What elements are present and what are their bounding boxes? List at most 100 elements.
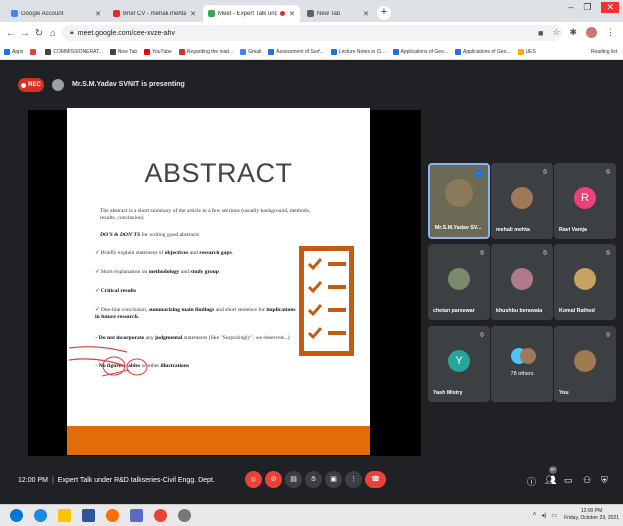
up-arrow-icon[interactable]: ˄ (533, 512, 537, 519)
reading-list-button[interactable]: Reading list (586, 49, 617, 55)
recording-dot-icon (280, 11, 286, 16)
close-window-button[interactable]: ✕ (601, 2, 619, 13)
mic-off-icon: ⦸ (606, 250, 610, 256)
participant-tile-presenter[interactable]: ⋯ Mr.S.M.Yadav SV... (428, 163, 490, 239)
participant-tile[interactable]: ⦸ mehali mehta (491, 163, 553, 239)
gmail-icon (178, 48, 185, 55)
document-icon (455, 48, 462, 55)
globe-icon (109, 48, 116, 55)
tab-google-account[interactable]: Google Account ✕ (6, 5, 106, 22)
extensions-icon[interactable]: ✱ (569, 27, 577, 38)
bookmark-youtube[interactable]: YouTube (144, 48, 172, 55)
present-screen-button[interactable]: ▣ (325, 471, 342, 488)
volume-icon[interactable]: ◂) (541, 512, 546, 519)
bookmark-google[interactable] (30, 48, 38, 55)
participant-tile-self[interactable]: ⦸ You (554, 326, 616, 402)
bookmark-new-tab[interactable]: New Tab (109, 48, 137, 55)
new-tab-button[interactable]: + (377, 6, 391, 20)
close-tab-icon[interactable]: ✕ (190, 10, 196, 18)
browser-toolbar: ← → ↻ ⌂ 🔒︎ meet.google.com/cee-xvze-ahv … (0, 22, 623, 44)
bookmark-lecture-notes[interactable]: Lecture Notes in Ci... (330, 48, 386, 55)
mic-off-icon: ⦸ (480, 332, 484, 338)
more-options-icon[interactable]: ⋯ (475, 170, 483, 178)
tab-new-tab[interactable]: New Tab ✕ (302, 5, 374, 22)
maximize-button[interactable]: ❐ (583, 2, 591, 13)
tab-meet[interactable]: Meet - Expert Talk under R&... ✕ (203, 5, 300, 22)
file-explorer-icon[interactable] (58, 509, 71, 522)
mic-off-icon: ⦸ (543, 169, 547, 175)
captions-button[interactable]: ▤ (285, 471, 302, 488)
bookmark-ues[interactable]: UES (517, 48, 536, 55)
more-options-button[interactable]: ⋮ (345, 471, 362, 488)
participant-tile[interactable]: ⦸ Komal Rathod (554, 244, 616, 320)
bookmark-apps[interactable]: Apps (4, 48, 23, 55)
bookmark-gmail[interactable]: Gmail (240, 48, 261, 55)
bookmark-star-icon[interactable]: ☆ (552, 27, 560, 38)
bookmark-commissionerate[interactable]: COMMISSIONERAT... (45, 48, 103, 55)
slide-bullet-2: ✓Short explanation on methodology and st… (95, 269, 219, 275)
start-icon[interactable] (10, 509, 23, 522)
window-controls: – ❐ ✕ (568, 2, 619, 13)
bookmark-assessment[interactable]: Assessment of Surf... (268, 48, 324, 55)
gmail-icon (113, 10, 120, 17)
firefox-icon[interactable] (106, 509, 119, 522)
check-icon (308, 281, 322, 294)
close-tab-icon[interactable]: ✕ (363, 10, 369, 18)
bookmark-applications-1[interactable]: Applications of Geo... (392, 48, 448, 55)
check-icon (308, 304, 322, 317)
check-icon: ✓ (95, 250, 100, 256)
participant-tile[interactable]: ⦸ R Ravi Vamja (554, 163, 616, 239)
folder-icon (517, 48, 524, 55)
home-icon[interactable]: ⌂ (46, 28, 60, 39)
people-icon[interactable]: 👥︎ (545, 475, 556, 486)
bookmark-regarding-load[interactable]: Regarding the load... (178, 48, 233, 55)
participant-tile[interactable]: ⦸ chetan parsewar (428, 244, 490, 320)
others-tile[interactable]: 78 others (491, 326, 553, 402)
minimize-button[interactable]: – (568, 2, 573, 13)
participant-tile[interactable]: ⦸ Y Yash Mistry (428, 326, 490, 402)
check-icon: ✓ (95, 269, 100, 275)
edge-browser-icon[interactable] (34, 509, 47, 522)
mic-off-icon: ⦸ (543, 250, 547, 256)
end-call-button[interactable]: ☎︎ (365, 471, 386, 488)
people-count-badge: 87 (549, 466, 557, 474)
check-icon: ✓ (95, 307, 100, 313)
slide-bullet-1: ✓Briefly explain statement of objectives… (95, 250, 234, 256)
close-tab-icon[interactable]: ✕ (95, 10, 101, 18)
presentation-slide: ABSTRACT The abstract is a short summary… (67, 108, 370, 455)
url-text: meet.google.com/cee-xvze-ahv (77, 29, 176, 37)
chrome-icon[interactable] (154, 509, 167, 522)
photos-icon[interactable] (130, 509, 143, 522)
avatar: Y (448, 350, 470, 372)
address-bar[interactable]: 🔒︎ meet.google.com/cee-xvze-ahv (62, 25, 562, 41)
slide-bullet-3: ✓Critical results (95, 288, 137, 294)
meet-control-bar: 12:00 PM | Expert Talk under R&D talkserie… (0, 460, 623, 504)
back-arrow-icon[interactable]: ← (4, 28, 18, 39)
taskbar-clock[interactable]: 12:00 PM Friday, October 29, 2021 (564, 508, 619, 522)
camera-indicator-icon[interactable]: ■ (538, 28, 543, 38)
info-icon[interactable]: ⓘ (527, 475, 536, 488)
bookmark-applications-2[interactable]: Applications of Geo... (455, 48, 511, 55)
activities-icon[interactable]: ⚇ (583, 475, 591, 486)
google-icon (11, 10, 18, 17)
avatar[interactable] (586, 27, 597, 38)
avatar (574, 268, 596, 290)
word-icon[interactable] (82, 509, 95, 522)
chat-icon[interactable]: ▭ (564, 475, 573, 486)
apps-grid-icon (4, 48, 10, 55)
close-tab-icon[interactable]: ✕ (289, 10, 295, 18)
tab-brief-cv[interactable]: Brief CV - mehali.mehta@scetsur... ✕ (108, 5, 201, 22)
camera-off-button[interactable]: ⊘ (265, 471, 282, 488)
network-icon[interactable]: ▭ (551, 512, 557, 519)
presenter-avatar (52, 79, 64, 91)
participant-tile[interactable]: ⦸ khushbu berawala (491, 244, 553, 320)
forward-arrow-icon[interactable]: → (18, 28, 32, 39)
slide-bullet-6: –No figures, tables or other illustratio… (95, 363, 190, 369)
reload-icon[interactable]: ↻ (32, 28, 46, 39)
raise-hand-button[interactable]: ✋︎ (305, 471, 322, 488)
paint-icon[interactable] (178, 509, 191, 522)
mic-off-button[interactable]: ⦸ (245, 471, 262, 488)
menu-kebab-icon[interactable]: ⋮ (606, 27, 615, 38)
host-controls-icon[interactable]: ⛨ (601, 475, 608, 486)
document-icon (392, 48, 399, 55)
